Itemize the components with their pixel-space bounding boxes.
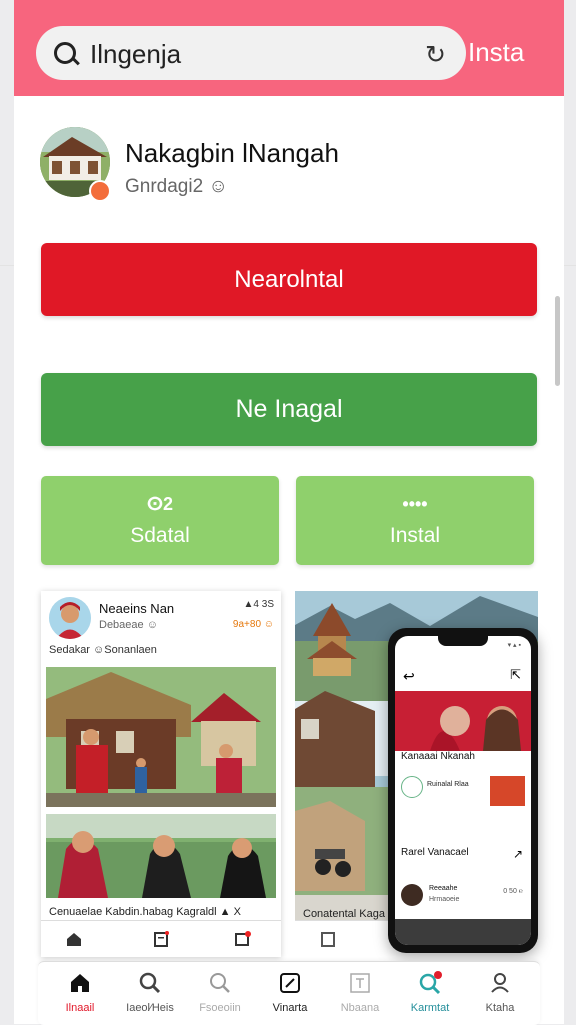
phone-section-label: Rarel Vanacael xyxy=(401,847,469,858)
top-bar: Ilngenja ↻ Insta xyxy=(14,0,564,96)
search-input[interactable]: Ilngenja xyxy=(90,39,181,70)
user-icon xyxy=(491,973,509,993)
search-outline-icon xyxy=(210,973,230,993)
card-author: Neaeins Nan xyxy=(99,601,175,616)
phone-list-row[interactable]: Ruinalal Rlaa xyxy=(401,776,525,814)
card-subtitle: Debaeae ☺ xyxy=(99,619,158,631)
nav-label-text: Nbaana xyxy=(340,1002,380,1014)
phone-person-meta: 0 50 ℮ xyxy=(503,888,523,895)
external-link-icon[interactable]: ⇱ xyxy=(510,667,521,683)
insta-link[interactable]: Insta xyxy=(468,37,524,68)
phone-row-text: Ruinalal Rlaa xyxy=(427,781,469,788)
search-bar[interactable]: Ilngenja ↻ xyxy=(36,26,466,80)
phone-status: ▾ ▴ ▪ xyxy=(507,642,521,649)
app-page: Ilngenja ↻ Insta Nakagbin lNangah Gnrdag… xyxy=(14,0,564,1024)
install-button[interactable]: •••• Instal xyxy=(296,476,534,565)
person-avatar-icon xyxy=(401,884,423,906)
document-icon[interactable] xyxy=(152,931,170,947)
group-photo[interactable] xyxy=(46,814,276,898)
refresh-icon[interactable]: ↻ xyxy=(425,40,446,70)
nav-label-search: Iaeol⁄Heis xyxy=(126,1002,174,1014)
nav-item-create[interactable]: Vinarta xyxy=(255,962,325,1025)
phone-title: Kanaaai Nkanah xyxy=(401,751,475,762)
village-scene-icon xyxy=(46,667,276,807)
nav-label-explore: Fsoeoiin xyxy=(199,1002,241,1014)
card-caption: Sedakar ☺Sonanlaen xyxy=(49,644,157,656)
check-icon xyxy=(401,776,423,798)
nav-label-notifications: Karmtat xyxy=(410,1002,450,1014)
grid-icon: ⵙ2 xyxy=(147,494,173,514)
nav-item-home[interactable]: Ilnaail xyxy=(45,962,115,1025)
secondary-action-button[interactable]: Ne Inagal xyxy=(41,373,537,446)
group-scene-icon xyxy=(46,814,276,898)
save-button[interactable]: ⵙ2 Sdatal xyxy=(41,476,279,565)
nav-item-search[interactable]: Iaeol⁄Heis xyxy=(115,962,185,1025)
search-icon xyxy=(139,972,161,994)
thumbnail-icon xyxy=(490,776,525,806)
card-footer-text: Cenuaelae Kabdin.habag Kagraldl ▲ X xyxy=(49,906,241,918)
nav-label-create: Vinarta xyxy=(272,1002,308,1014)
home-icon xyxy=(71,974,89,992)
post-card[interactable]: Neaeins Nan Debaeae ☺ ▲4 3S 9a+80 ☺ Seda… xyxy=(41,591,281,957)
card-meta: ▲4 3S xyxy=(243,599,274,610)
profile-name: Nakagbin lNangah xyxy=(125,138,339,168)
nav-item-text[interactable]: Nbaana xyxy=(325,962,395,1025)
search-icon xyxy=(54,42,76,64)
village-photo[interactable] xyxy=(46,667,276,807)
nav-label-profile: Ktaha xyxy=(485,1002,515,1014)
nav-label-home: Ilnaail xyxy=(65,1002,95,1014)
phone-person-name: Reeaahe xyxy=(429,885,458,892)
primary-action-button[interactable]: Nearolntal xyxy=(41,243,537,316)
phone-screen: ▾ ▴ ▪ ↩ ⇱ Kanaaai Nkanah Ruinalal Rlaa R… xyxy=(395,636,531,945)
card-actions xyxy=(41,920,281,957)
compose-icon xyxy=(280,973,300,993)
reply-icon[interactable]: ↗ xyxy=(513,847,523,861)
scrollbar-thumb[interactable] xyxy=(555,296,560,386)
phone-person-subtitle: Hrmaoeie xyxy=(429,896,460,903)
share-icon[interactable] xyxy=(233,931,251,947)
phone-hero-image[interactable] xyxy=(395,691,531,751)
bottom-navigation: Ilnaail Iaeol⁄Heis Fsoeoiin Vinarta Nbaa… xyxy=(38,961,540,1025)
install-button-label: Instal xyxy=(389,524,441,547)
phone-preview[interactable]: ▾ ▴ ▪ ↩ ⇱ Kanaaai Nkanah Ruinalal Rlaa R… xyxy=(388,628,538,953)
hero-photo-icon xyxy=(395,691,531,751)
verified-badge-icon xyxy=(89,180,111,202)
phone-bottom-bar xyxy=(395,919,531,945)
card-status: 9a+80 ☺ xyxy=(232,619,274,630)
search-notification-icon xyxy=(419,971,442,995)
home-icon[interactable] xyxy=(65,931,83,947)
back-icon[interactable]: ↩ xyxy=(403,668,415,685)
person-avatar-icon xyxy=(49,597,91,639)
document-icon[interactable] xyxy=(319,931,337,947)
profile-handle: Gnrdagi2 ☺ xyxy=(125,176,228,197)
nav-item-explore[interactable]: Fsoeoiin xyxy=(185,962,255,1025)
nav-item-notifications[interactable]: Karmtat xyxy=(395,962,465,1025)
phone-notch xyxy=(438,636,488,646)
save-button-label: Sdatal xyxy=(130,524,190,547)
more-icon: •••• xyxy=(402,494,428,514)
text-icon xyxy=(350,973,370,993)
card-avatar xyxy=(49,597,91,639)
nav-item-profile[interactable]: Ktaha xyxy=(465,962,535,1025)
